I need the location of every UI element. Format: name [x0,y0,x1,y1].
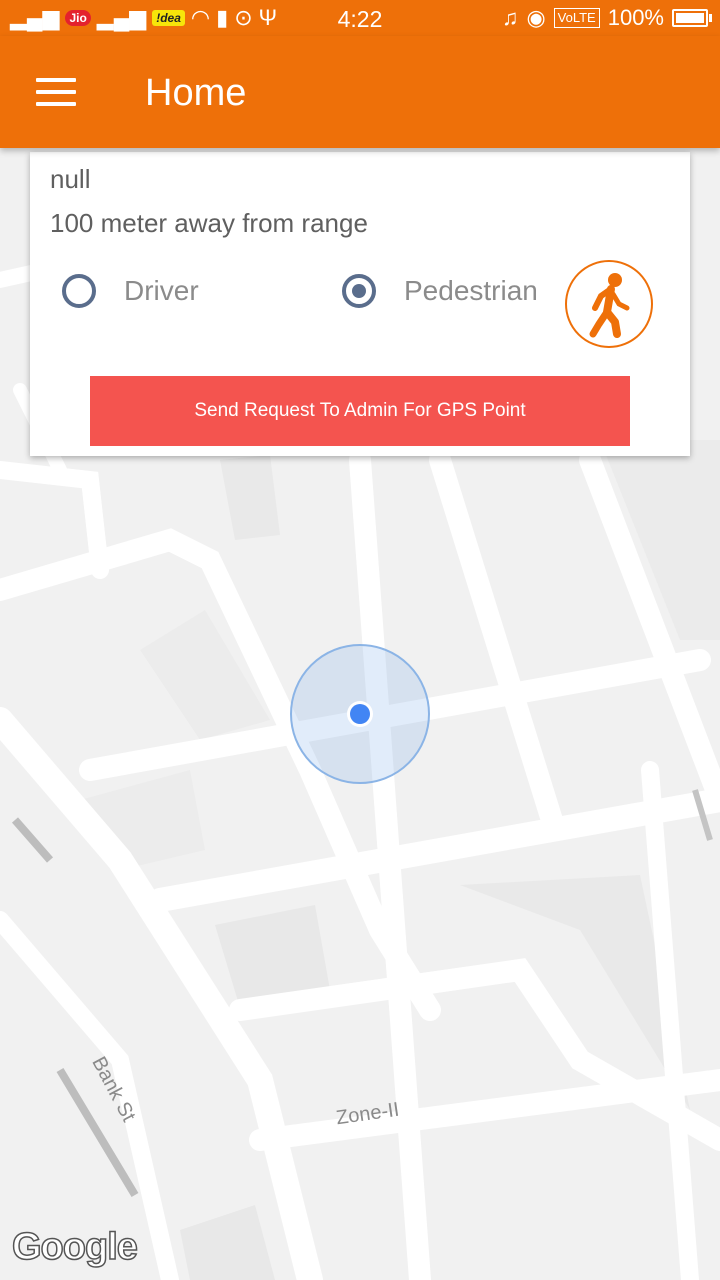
battery-icon [672,9,712,27]
mute-icon: ♫ [501,5,519,30]
radio-option-driver[interactable]: Driver [62,274,199,308]
battery-percent: 100% [607,5,664,30]
status-right: ♫ ◉ VoLTE 100% [501,5,712,31]
send-request-button[interactable]: Send Request To Admin For GPS Point [90,376,630,446]
volte-badge: VoLTE [553,8,600,28]
radio-driver-label: Driver [124,275,199,306]
status-bar: ▂▄▆ Jio ▂▄▆ !dea ◠ ▮ ⊙ Ψ 4:22 ♫ ◉ VoLTE … [0,0,720,36]
hamburger-menu-icon[interactable] [36,78,76,108]
radio-pedestrian-label: Pedestrian [404,275,538,306]
radio-driver-button[interactable] [62,274,96,308]
page-title: Home [145,72,247,114]
radio-pedestrian-button[interactable] [342,274,376,308]
pedestrian-walking-icon[interactable] [565,260,653,348]
radio-option-pedestrian[interactable]: Pedestrian [342,274,538,308]
info-card: null 100 meter away from range Driver Pe… [30,152,690,456]
eye-icon: ◉ [526,5,546,30]
app-bar: Home [0,36,720,148]
range-distance-text: 100 meter away from range [50,208,368,238]
google-attribution-logo: Google [11,1225,138,1269]
status-text-line1: null [50,164,91,194]
